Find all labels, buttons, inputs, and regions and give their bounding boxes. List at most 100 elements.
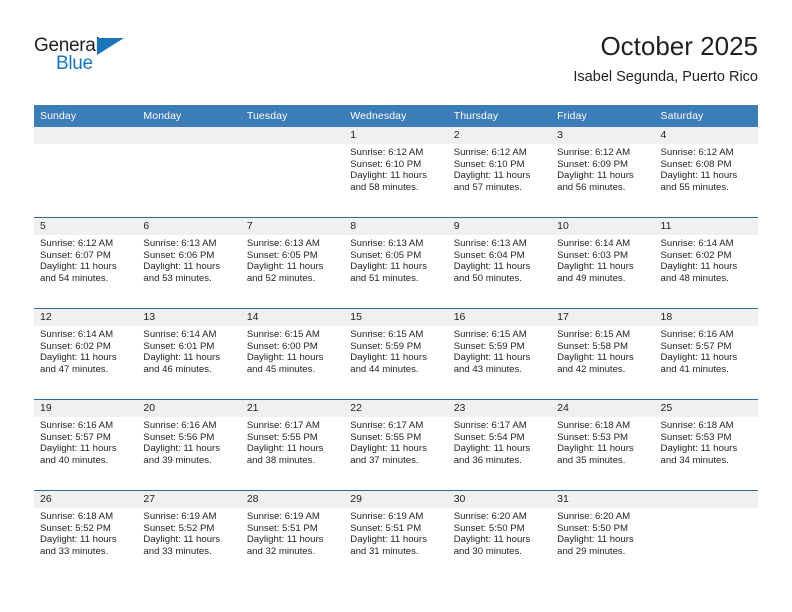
daylight-text-line2: and 32 minutes. [246, 545, 316, 557]
sunrise-text: Sunrise: 6:15 AM [557, 329, 631, 340]
daylight-text-line1: Daylight: 11 hours [350, 352, 427, 364]
weekday-header-sunday: Sunday [34, 105, 138, 127]
calendar-day-cell[interactable]: 10 Sunrise: 6:14 AM Sunset: 6:03 PM Dayligh… [551, 217, 655, 309]
calendar-day-cell[interactable]: 15 Sunrise: 6:15 AM Sunset: 5:59 PM Dayligh… [344, 308, 448, 400]
calendar-day-cell[interactable]: 14 Sunrise: 6:15 AM Sunset: 6:00 PM Dayligh… [240, 308, 345, 400]
day-number: 12 [34, 309, 138, 326]
day-cell-inner: 26 Sunrise: 6:18 AM Sunset: 5:52 PM Dayligh… [34, 491, 138, 581]
sunset-text: Sunset: 5:59 PM [350, 340, 422, 352]
sunset-text: Sunset: 6:05 PM [350, 249, 422, 261]
calendar-day-cell[interactable]: 29 Sunrise: 6:19 AM Sunset: 5:51 PM Dayligh… [344, 490, 448, 581]
day-number: 30 [447, 491, 552, 508]
calendar-day-cell[interactable]: 23 Sunrise: 6:17 AM Sunset: 5:54 PM Dayligh… [447, 399, 552, 491]
sunset-text: Sunset: 5:56 PM [143, 431, 215, 443]
daylight-text-line1: Daylight: 11 hours [350, 534, 427, 546]
daylight-text-line2: and 56 minutes. [557, 181, 626, 193]
sunset-text: Sunset: 5:58 PM [557, 340, 629, 352]
calendar-day-cell[interactable]: 1 Sunrise: 6:12 AM Sunset: 6:10 PM Daylight… [344, 127, 448, 218]
daylight-text-line1: Daylight: 11 hours [453, 352, 531, 364]
sunrise-text: Sunrise: 6:14 AM [143, 329, 217, 340]
general-blue-logo[interactable]: General Blue [34, 35, 154, 81]
calendar-day-cell[interactable]: 24 Sunrise: 6:18 AM Sunset: 5:53 PM Dayligh… [551, 399, 655, 491]
day-number: 26 [34, 491, 138, 508]
day-details: Sunrise: 6:18 AM Sunset: 5:53 PM Daylight:… [551, 417, 654, 466]
day-details: Sunrise: 6:17 AM Sunset: 5:55 PM Daylight:… [344, 417, 447, 466]
daylight-text-line2: and 45 minutes. [246, 363, 316, 375]
day-number: 16 [447, 309, 552, 326]
calendar-day-cell[interactable]: 11 Sunrise: 6:14 AM Sunset: 6:02 PM Dayligh… [654, 217, 758, 309]
calendar-day-cell[interactable]: 21 Sunrise: 6:17 AM Sunset: 5:55 PM Dayligh… [240, 399, 345, 491]
daylight-text-line1: Daylight: 11 hours [350, 261, 427, 273]
calendar-day-cell[interactable]: 5 Sunrise: 6:12 AM Sunset: 6:07 PM Daylight… [34, 217, 138, 309]
daylight-text-line2: and 58 minutes. [350, 181, 419, 193]
daylight-text-line2: and 55 minutes. [660, 181, 729, 193]
sunset-text: Sunset: 6:10 PM [350, 158, 422, 170]
calendar-day-cell[interactable]: 30 Sunrise: 6:20 AM Sunset: 5:50 PM Dayligh… [447, 490, 552, 581]
day-cell-inner: 4 Sunrise: 6:12 AM Sunset: 6:08 PM Daylight… [654, 127, 758, 217]
sunset-text: Sunset: 5:54 PM [453, 431, 525, 443]
daylight-text-line1: Daylight: 11 hours [143, 443, 221, 455]
day-cell-inner: 9 Sunrise: 6:13 AM Sunset: 6:04 PM Daylight… [447, 218, 552, 308]
day-number [654, 491, 758, 508]
calendar-day-cell-empty [654, 490, 758, 581]
sunset-text: Sunset: 5:57 PM [660, 340, 732, 352]
day-number: 23 [447, 400, 552, 417]
day-details: Sunrise: 6:15 AM Sunset: 6:00 PM Daylight:… [241, 326, 344, 375]
logo-triangle-icon [97, 38, 124, 55]
sunset-text: Sunset: 5:52 PM [143, 522, 215, 534]
calendar-day-cell[interactable]: 8 Sunrise: 6:13 AM Sunset: 6:05 PM Daylight… [344, 217, 448, 309]
day-number: 6 [137, 218, 241, 235]
sunset-text: Sunset: 6:10 PM [453, 158, 525, 170]
daylight-text-line2: and 57 minutes. [453, 181, 522, 193]
day-cell-inner: 7 Sunrise: 6:13 AM Sunset: 6:05 PM Daylight… [240, 218, 345, 308]
day-cell-inner: 2 Sunrise: 6:12 AM Sunset: 6:10 PM Daylight… [447, 127, 552, 217]
day-number: 20 [137, 400, 241, 417]
day-number: 7 [240, 218, 345, 235]
daylight-text-line2: and 29 minutes. [557, 545, 626, 557]
sunrise-text: Sunrise: 6:14 AM [660, 238, 734, 249]
day-number: 27 [137, 491, 241, 508]
calendar-day-cell[interactable]: 2 Sunrise: 6:12 AM Sunset: 6:10 PM Daylight… [447, 127, 552, 218]
calendar-day-cell[interactable]: 28 Sunrise: 6:19 AM Sunset: 5:51 PM Dayligh… [240, 490, 345, 581]
sunrise-text: Sunrise: 6:18 AM [40, 511, 114, 522]
sunrise-text: Sunrise: 6:15 AM [246, 329, 320, 340]
day-number: 10 [551, 218, 655, 235]
calendar-day-cell[interactable]: 13 Sunrise: 6:14 AM Sunset: 6:01 PM Dayligh… [137, 308, 241, 400]
sunset-text: Sunset: 6:05 PM [246, 249, 318, 261]
day-number: 5 [34, 218, 138, 235]
day-cell-inner: 18 Sunrise: 6:16 AM Sunset: 5:57 PM Dayligh… [654, 309, 758, 399]
sunset-text: Sunset: 6:07 PM [40, 249, 111, 261]
weekday-header-tuesday: Tuesday [240, 105, 345, 127]
day-number: 8 [344, 218, 448, 235]
calendar-day-cell[interactable]: 31 Sunrise: 6:20 AM Sunset: 5:50 PM Dayligh… [551, 490, 655, 581]
sunrise-text: Sunrise: 6:19 AM [246, 511, 320, 522]
calendar-day-cell[interactable]: 27 Sunrise: 6:19 AM Sunset: 5:52 PM Dayligh… [137, 490, 241, 581]
calendar-day-cell[interactable]: 25 Sunrise: 6:18 AM Sunset: 5:53 PM Dayligh… [654, 399, 758, 491]
calendar-day-cell[interactable]: 4 Sunrise: 6:12 AM Sunset: 6:08 PM Daylight… [654, 127, 758, 218]
calendar-day-cell[interactable]: 3 Sunrise: 6:12 AM Sunset: 6:09 PM Daylight… [551, 127, 655, 218]
sunrise-text: Sunrise: 6:17 AM [453, 420, 527, 431]
calendar-week-row: 1 Sunrise: 6:12 AM Sunset: 6:10 PM Daylight… [34, 127, 758, 218]
calendar-day-cell[interactable]: 19 Sunrise: 6:16 AM Sunset: 5:57 PM Dayligh… [34, 399, 138, 491]
calendar-day-cell[interactable]: 22 Sunrise: 6:17 AM Sunset: 5:55 PM Dayligh… [344, 399, 448, 491]
daylight-text-line1: Daylight: 11 hours [557, 443, 634, 455]
calendar-day-cell[interactable]: 9 Sunrise: 6:13 AM Sunset: 6:04 PM Daylight… [447, 217, 552, 309]
daylight-text-line1: Daylight: 11 hours [660, 170, 738, 182]
calendar-day-cell[interactable]: 12 Sunrise: 6:14 AM Sunset: 6:02 PM Dayligh… [34, 308, 138, 400]
calendar-day-cell[interactable]: 6 Sunrise: 6:13 AM Sunset: 6:06 PM Daylight… [137, 217, 241, 309]
sunrise-text: Sunrise: 6:17 AM [350, 420, 424, 431]
calendar-day-cell[interactable]: 26 Sunrise: 6:18 AM Sunset: 5:52 PM Dayligh… [34, 490, 138, 581]
day-cell-inner: 28 Sunrise: 6:19 AM Sunset: 5:51 PM Dayligh… [240, 491, 345, 581]
calendar-day-cell[interactable]: 17 Sunrise: 6:15 AM Sunset: 5:58 PM Dayligh… [551, 308, 655, 400]
day-cell-inner: 5 Sunrise: 6:12 AM Sunset: 6:07 PM Daylight… [34, 218, 138, 308]
daylight-text-line2: and 47 minutes. [40, 363, 109, 375]
sunset-text: Sunset: 5:50 PM [557, 522, 629, 534]
calendar-day-cell[interactable]: 16 Sunrise: 6:15 AM Sunset: 5:59 PM Dayligh… [447, 308, 552, 400]
calendar-day-cell[interactable]: 7 Sunrise: 6:13 AM Sunset: 6:05 PM Daylight… [240, 217, 345, 309]
calendar-day-cell[interactable]: 18 Sunrise: 6:16 AM Sunset: 5:57 PM Dayligh… [654, 308, 758, 400]
sunrise-text: Sunrise: 6:12 AM [40, 238, 114, 249]
sunset-text: Sunset: 5:53 PM [557, 431, 629, 443]
weekday-header-thursday: Thursday [447, 105, 552, 127]
daylight-text-line2: and 34 minutes. [660, 454, 729, 466]
calendar-day-cell[interactable]: 20 Sunrise: 6:16 AM Sunset: 5:56 PM Dayligh… [137, 399, 241, 491]
